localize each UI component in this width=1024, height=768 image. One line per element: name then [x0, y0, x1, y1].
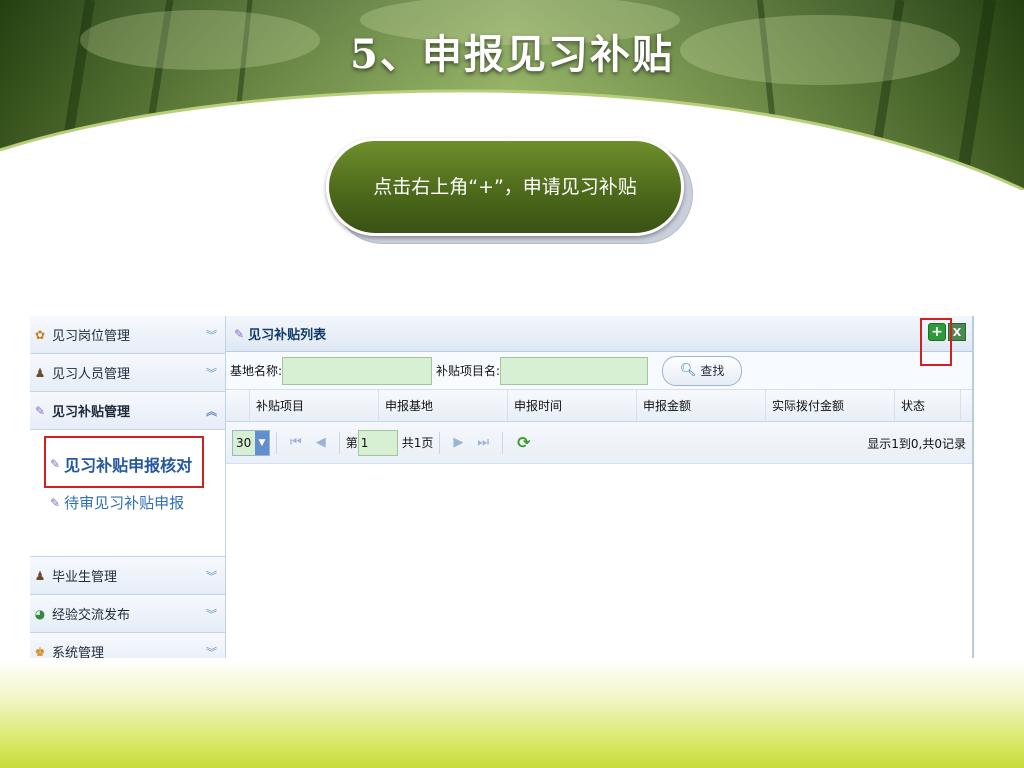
- sidebar-group-label: 经验交流发布: [52, 608, 131, 623]
- row-number-column: [226, 390, 250, 421]
- sidebar-group-label: 见习补贴管理: [52, 405, 131, 420]
- list-icon: ✎: [234, 326, 245, 341]
- sidebar-group-label: 见习岗位管理: [52, 329, 131, 344]
- chevron-down-icon[interactable]: ︾: [206, 365, 217, 381]
- sidebar-group-subsidy[interactable]: ✎ 见习补贴管理 ︽: [30, 392, 225, 430]
- callout-text: 点击右上角“+”，申请见习补贴: [373, 176, 637, 198]
- search-button-label: 查找: [700, 364, 725, 378]
- instruction-callout: 点击右上角“+”，申请见习补贴: [326, 138, 684, 236]
- app-screenshot: ✿ 见习岗位管理 ︾ ♟ 见习人员管理 ︾ ✎ 见习补贴管理 ︽ ✎ 见习补贴申…: [30, 316, 974, 658]
- page-size-select[interactable]: 30 ▼: [232, 429, 270, 456]
- sidebar-group-label: 系统管理: [52, 646, 105, 658]
- sidebar-subsidy-submenu: ✎ 见习补贴申报核对 ✎ 待审见习补贴申报: [30, 430, 225, 557]
- sidebar: ✿ 见习岗位管理 ︾ ♟ 见习人员管理 ︾ ✎ 见习补贴管理 ︽ ✎ 见习补贴申…: [30, 316, 226, 658]
- sidebar-group-interns[interactable]: ♟ 见习人员管理 ︾: [30, 354, 225, 392]
- prev-page-icon[interactable]: ◀︎: [316, 435, 326, 450]
- divider: [502, 431, 504, 454]
- grid-header: 补贴项目 申报基地 申报时间 申报金额 实际拨付金额 状态: [226, 390, 972, 422]
- column-header[interactable]: 实际拨付金额: [766, 390, 895, 421]
- subsidy-check-icon: ✎: [50, 457, 61, 471]
- chevron-down-icon[interactable]: ︾: [206, 606, 217, 622]
- main-panel: ✎ 见习补贴列表 + X 基地名称: 补贴项目名: 🔍︎ 查找 补贴项目 申报基…: [226, 316, 972, 658]
- column-header[interactable]: 补贴项目: [250, 390, 379, 421]
- total-pages: 共1页: [401, 436, 434, 450]
- page-prefix: 第: [345, 436, 358, 450]
- page-number-input[interactable]: 1: [357, 429, 398, 456]
- footer-band: [0, 660, 1024, 768]
- chevron-up-icon[interactable]: ︽: [206, 403, 217, 419]
- sidebar-group-system[interactable]: ♚ 系统管理 ︾: [30, 633, 225, 658]
- sidebar-item-label: 见习补贴申报核对: [64, 456, 193, 475]
- graduate-icon: ♟: [34, 568, 46, 583]
- column-header[interactable]: 申报时间: [508, 390, 637, 421]
- column-header[interactable]: 状态: [895, 390, 961, 421]
- search-icon: 🔍︎: [679, 363, 697, 378]
- chevron-down-icon[interactable]: ︾: [206, 644, 217, 658]
- pagination-bar: 30 ▼ ⏮︎ ◀︎ 第 1 共1页 ▶︎ ⏭︎ ⟳ 显示1到0,共0记录: [226, 422, 972, 464]
- search-bar: 基地名称: 补贴项目名: 🔍︎ 查找: [226, 352, 972, 390]
- last-page-icon[interactable]: ⏭︎: [477, 435, 489, 450]
- add-highlight-box: [920, 318, 952, 366]
- divider: [338, 431, 340, 454]
- divider: [276, 431, 277, 454]
- chevron-down-icon[interactable]: ︾: [206, 327, 217, 343]
- divider: [439, 431, 441, 454]
- person-icon: ♟: [34, 365, 46, 380]
- subsidy-icon: ✎: [34, 403, 46, 418]
- job-post-icon: ✿: [34, 327, 46, 342]
- chevron-down-icon[interactable]: ︾: [206, 568, 217, 584]
- first-page-icon[interactable]: ⏮︎: [290, 435, 302, 450]
- chevron-down-icon[interactable]: ▼: [255, 430, 269, 455]
- sidebar-group-label: 毕业生管理: [52, 570, 118, 585]
- subsidy-pending-icon: ✎: [50, 495, 61, 510]
- slide-title: 5、申报见习补贴: [350, 31, 674, 78]
- sidebar-item-label: 待审见习补贴申报: [64, 494, 185, 512]
- sidebar-group-graduates[interactable]: ♟ 毕业生管理 ︾: [30, 557, 225, 595]
- sidebar-group-label: 见习人员管理: [52, 367, 131, 382]
- record-info: 显示1到0,共0记录: [867, 437, 966, 451]
- sidebar-item-subsidy-pending[interactable]: ✎ 待审见习补贴申报: [50, 492, 184, 513]
- column-header[interactable]: 申报金额: [637, 390, 766, 421]
- page-size-value: 30: [236, 435, 252, 450]
- column-header[interactable]: 申报基地: [379, 390, 508, 421]
- base-name-input[interactable]: [282, 356, 433, 385]
- base-name-label: 基地名称:: [230, 364, 283, 378]
- refresh-icon[interactable]: ⟳: [517, 433, 530, 452]
- search-button[interactable]: 🔍︎ 查找: [662, 355, 743, 386]
- item-name-input[interactable]: [500, 356, 649, 385]
- next-page-icon[interactable]: ▶︎: [453, 435, 463, 450]
- sidebar-item-subsidy-check[interactable]: ✎ 见习补贴申报核对: [50, 452, 192, 476]
- excel-icon: X: [952, 325, 962, 339]
- system-user-icon: ♚: [34, 644, 46, 659]
- exchange-icon: ◕: [34, 606, 46, 621]
- item-name-label: 补贴项目名:: [436, 364, 501, 378]
- sidebar-group-job-posts[interactable]: ✿ 见习岗位管理 ︾: [30, 316, 225, 354]
- panel-header: ✎ 见习补贴列表 + X: [226, 316, 972, 366]
- sidebar-group-exchange[interactable]: ◕ 经验交流发布 ︾: [30, 595, 225, 633]
- panel-title: 见习补贴列表: [248, 328, 327, 343]
